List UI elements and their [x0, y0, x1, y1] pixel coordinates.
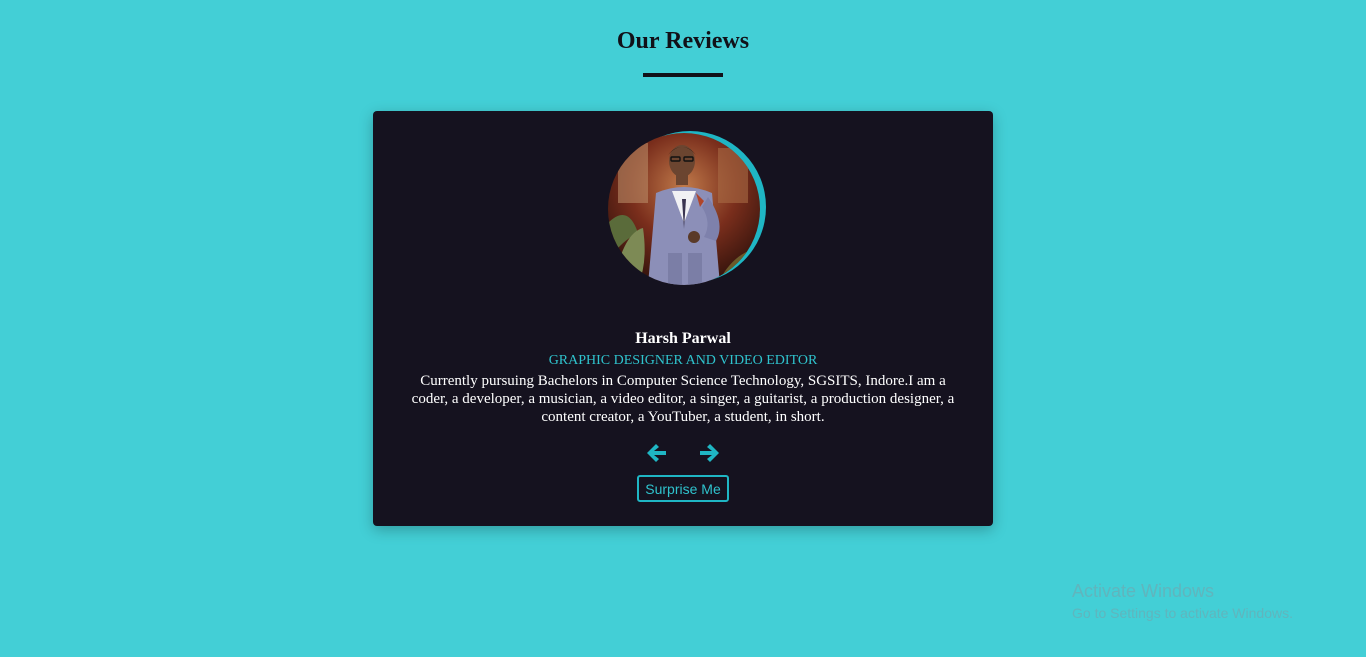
review-navigation — [373, 442, 993, 464]
watermark-subtitle: Go to Settings to activate Windows. — [1072, 605, 1293, 621]
activate-windows-watermark: Activate Windows Go to Settings to activ… — [1072, 580, 1352, 622]
review-card: Harsh Parwal Graphic Designer and Video … — [373, 111, 993, 526]
avatar-container — [608, 131, 768, 287]
surprise-me-button[interactable]: Surprise Me — [637, 475, 729, 502]
watermark-title: Activate Windows — [1072, 581, 1215, 601]
person-photo-icon — [608, 133, 760, 285]
prev-review-button[interactable] — [645, 442, 669, 464]
reviewer-name: Harsh Parwal — [635, 330, 731, 348]
review-text: Currently pursuing Bachelors in Computer… — [411, 373, 955, 425]
arrow-left-icon — [647, 444, 666, 462]
avatar — [608, 133, 760, 285]
arrow-right-icon — [700, 444, 719, 462]
page-heading: Our Reviews — [0, 26, 1366, 77]
reviewer-role: Graphic Designer and Video Editor — [548, 353, 818, 368]
title-underline — [643, 73, 723, 77]
page-title: Our Reviews — [616, 28, 750, 54]
next-review-button[interactable] — [697, 442, 721, 464]
